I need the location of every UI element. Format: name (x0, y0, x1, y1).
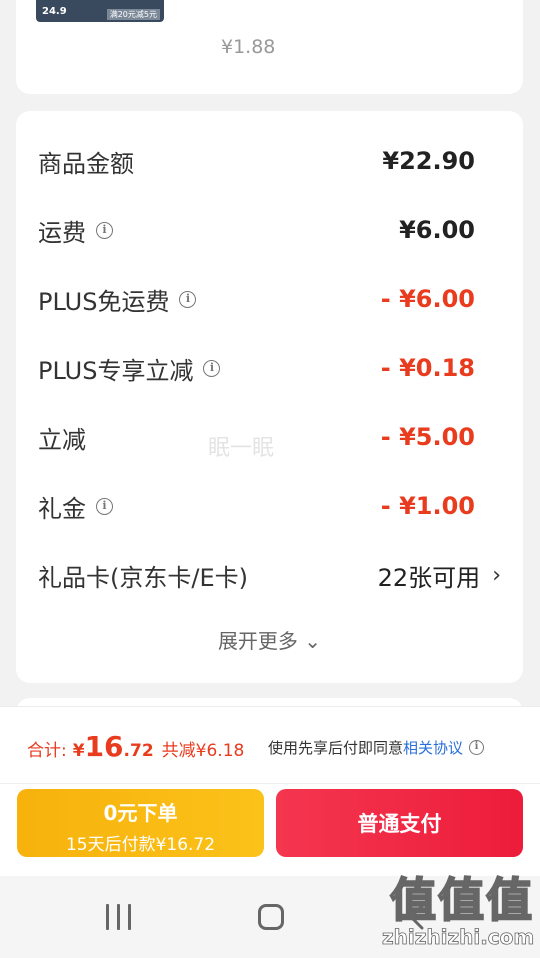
row-label: PLUS专享立减 (38, 356, 194, 385)
total-saved: 共减¥6.18 (161, 741, 245, 761)
expand-more-label: 展开更多 (217, 629, 298, 653)
total-currency: ¥ (72, 741, 85, 761)
normal-pay-button[interactable]: 普通支付 (276, 789, 523, 857)
row-plus-discount: PLUS专享立减 i - ¥0.18 (38, 348, 475, 388)
row-gift-card[interactable]: 礼品卡(京东卡/E卡) 22张可用 › (38, 555, 501, 595)
row-value: ¥6.00 (399, 216, 475, 244)
total-decimal: .72 (123, 741, 154, 761)
pay-later-sub-label: 15天后付款¥16.72 (65, 835, 216, 855)
pay-later-button[interactable]: 0元下单 15天后付款¥16.72 (17, 789, 264, 857)
row-goods-amount: 商品金额 ¥22.90 (38, 141, 475, 181)
row-shipping: 运费 i ¥6.00 (38, 210, 475, 250)
info-icon[interactable]: i (469, 740, 485, 755)
info-icon[interactable]: i (96, 497, 113, 515)
row-value: - ¥1.00 (380, 492, 475, 520)
product-card: 24.9 满20元减5元 ¥1.88 (16, 0, 523, 94)
row-value: - ¥6.00 (380, 285, 475, 313)
watermark: 眠一眠 (208, 436, 275, 461)
pay-later-main-label: 0元下单 (103, 801, 178, 825)
gift-card-count: 22张可用 (377, 563, 481, 592)
total-label: 合计: (27, 741, 67, 761)
row-label: 立减 (38, 425, 86, 454)
total-integer: 16 (84, 730, 124, 763)
recents-icon[interactable] (106, 904, 134, 930)
product-thumbnail[interactable]: 24.9 满20元减5元 (36, 0, 164, 22)
brand-logo: 值值值 (389, 873, 534, 927)
row-label: 商品金额 (38, 149, 134, 178)
product-unit-price: ¥1.88 (221, 36, 276, 58)
thumbnail-coupon: 满20元减5元 (106, 9, 160, 20)
row-label: PLUS免运费 (38, 287, 170, 316)
price-summary-card: 商品金额 ¥22.90 运费 i ¥6.00 PLUS免运费 i - ¥6.00 P… (16, 111, 523, 683)
info-icon[interactable]: i (203, 359, 221, 377)
brand-watermark: 值值值 zhizhizhi.com (382, 873, 535, 949)
thumbnail-price: 24.9 (42, 6, 67, 17)
row-label: 运费 (38, 218, 86, 247)
row-value: - ¥5.00 (380, 423, 475, 451)
checkout-bar: 合计: ¥ 16 .72 共减¥6.18 使用先享后付即同意 相关协议 i 0元… (0, 706, 540, 876)
info-icon[interactable]: i (179, 290, 197, 308)
divider (0, 783, 540, 784)
expand-more-button[interactable]: 展开更多 ⌄ (16, 625, 523, 654)
agreement-text: 使用先享后付即同意 相关协议 i (268, 737, 485, 758)
row-gift-money: 礼金 i - ¥1.00 (38, 486, 475, 526)
home-icon[interactable] (258, 904, 284, 930)
agreement-link[interactable]: 相关协议 (403, 737, 463, 758)
brand-url: zhizhizhi.com (382, 925, 535, 949)
row-label: 礼金 (38, 494, 86, 523)
total-summary: 合计: ¥ 16 .72 共减¥6.18 (27, 730, 244, 763)
row-plus-free-shipping: PLUS免运费 i - ¥6.00 (38, 279, 475, 319)
row-value: - ¥0.18 (380, 354, 475, 382)
chevron-down-icon: ⌄ (297, 629, 322, 653)
info-icon[interactable]: i (96, 221, 113, 239)
row-label: 礼品卡(京东卡/E卡) (38, 563, 248, 592)
chevron-right-icon: › (492, 562, 501, 588)
row-value: ¥22.90 (382, 147, 475, 175)
